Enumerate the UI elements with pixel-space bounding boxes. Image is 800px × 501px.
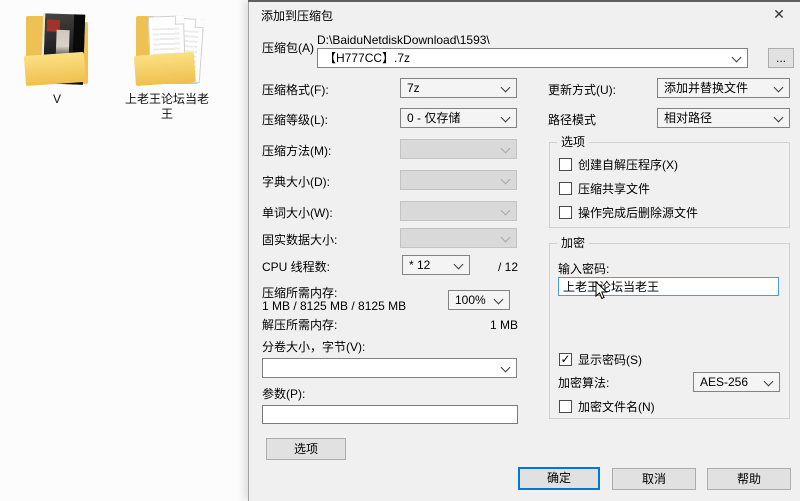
path-mode-label: 路径模式 xyxy=(548,113,597,127)
show-password-checkbox[interactable]: ✓ 显示密码(S) xyxy=(559,351,642,368)
format-value: 7z xyxy=(407,81,420,95)
chevron-down-icon xyxy=(500,362,511,373)
create-sfx-label: 创建自解压程序(X) xyxy=(578,158,678,172)
compress-shared-checkbox[interactable]: 压缩共享文件 xyxy=(559,180,650,197)
memory-percent-value: 100% xyxy=(455,293,486,307)
memory-decompress-value: 1 MB xyxy=(489,318,518,332)
encrypt-filenames-checkbox[interactable]: 加密文件名(N) xyxy=(559,398,655,415)
memory-percent-dropdown[interactable]: 100% xyxy=(448,290,510,310)
method-dropdown-disabled xyxy=(400,139,517,159)
volume-size-label: 分卷大小，字节(V): xyxy=(262,340,366,354)
password-input[interactable] xyxy=(558,277,779,296)
archive-path: D:\BaiduNetdiskDownload\1593\ xyxy=(317,33,490,47)
chevron-down-icon xyxy=(500,82,511,93)
checkbox-unchecked[interactable] xyxy=(559,206,572,219)
cpu-threads-total: / 12 xyxy=(497,260,518,274)
archive-label: 压缩包(A) xyxy=(262,41,314,55)
cpu-threads-label: CPU 线程数: xyxy=(262,260,331,274)
memory-decompress-label: 解压所需内存: xyxy=(262,318,338,332)
level-label: 压缩等级(L): xyxy=(262,113,329,127)
folder-label: V xyxy=(52,92,61,106)
checkbox-unchecked[interactable] xyxy=(559,400,572,413)
chevron-down-icon xyxy=(500,112,511,123)
mouse-cursor-icon xyxy=(595,281,608,300)
desktop-folder-forum[interactable]: 上老王论坛当老王 xyxy=(125,14,209,121)
create-sfx-checkbox[interactable]: 创建自解压程序(X) xyxy=(559,156,678,173)
archive-name-combobox[interactable]: 【H777CC】.7z xyxy=(317,48,748,68)
options-button[interactable]: 选项 xyxy=(266,438,346,460)
path-mode-dropdown[interactable]: 相对路径 xyxy=(657,108,790,128)
chevron-down-icon xyxy=(493,294,504,305)
chevron-down-icon xyxy=(500,174,511,185)
chevron-down-icon xyxy=(453,259,464,270)
close-button[interactable]: ✕ xyxy=(762,3,796,25)
encryption-group-title: 加密 xyxy=(557,236,590,250)
compress-shared-label: 压缩共享文件 xyxy=(578,182,651,196)
close-icon: ✕ xyxy=(773,6,785,22)
parameters-label: 参数(P): xyxy=(262,387,306,401)
chevron-down-icon xyxy=(500,143,511,154)
folder-icon-front xyxy=(23,51,86,86)
method-label: 压缩方法(M): xyxy=(262,144,332,158)
checkbox-checked[interactable]: ✓ xyxy=(559,353,572,366)
checkbox-unchecked[interactable] xyxy=(559,182,572,195)
chevron-down-icon xyxy=(500,205,511,216)
password-label: 输入密码: xyxy=(558,262,610,276)
update-mode-dropdown[interactable]: 添加并替换文件 xyxy=(657,78,790,98)
desktop: V 上老王论坛当老王 添加到压缩包 ✕ 压缩包(A) D:\BaiduNetdi… xyxy=(0,0,800,501)
level-dropdown[interactable]: 0 - 仅存储 xyxy=(400,108,517,128)
chevron-down-icon xyxy=(500,232,511,243)
level-value: 0 - 仅存储 xyxy=(407,111,461,125)
dialog-title: 添加到压缩包 xyxy=(261,9,334,23)
help-button[interactable]: 帮助 xyxy=(707,468,791,490)
format-label: 压缩格式(F): xyxy=(262,83,329,97)
folder-label: 上老王论坛当老王 xyxy=(124,92,209,121)
word-size-label: 单词大小(W): xyxy=(262,206,333,220)
solid-block-label: 固实数据大小: xyxy=(262,233,338,247)
browse-button[interactable]: ... xyxy=(768,48,794,68)
encryption-method-value: AES-256 xyxy=(700,375,749,389)
parameters-input[interactable] xyxy=(262,405,518,424)
options-group: 选项 创建自解压程序(X) 压缩共享文件 操作完成后删除源文件 xyxy=(549,135,790,228)
chevron-down-icon xyxy=(773,82,784,93)
cpu-threads-dropdown[interactable]: * 12 xyxy=(402,255,470,275)
solid-block-dropdown-disabled xyxy=(400,228,517,248)
desktop-folder-v[interactable]: V xyxy=(23,13,88,106)
memory-compress-detail: 1 MB / 8125 MB / 8125 MB xyxy=(262,299,407,313)
cancel-button[interactable]: 取消 xyxy=(612,468,696,490)
encryption-group: 加密 输入密码: ✓ 显示密码(S) 加密算法: AES-256 加密文件名(N… xyxy=(549,236,790,419)
folder-icon-front xyxy=(133,51,196,86)
cpu-threads-value: * 12 xyxy=(409,258,431,272)
memory-compress-label: 压缩所需内存: xyxy=(262,286,338,300)
delete-after-checkbox[interactable]: 操作完成后删除源文件 xyxy=(559,204,698,221)
encryption-method-label: 加密算法: xyxy=(558,376,610,390)
encryption-method-dropdown[interactable]: AES-256 xyxy=(693,372,780,392)
update-mode-value: 添加并替换文件 xyxy=(664,81,749,95)
add-to-archive-dialog: 添加到压缩包 ✕ 压缩包(A) D:\BaiduNetdiskDownload\… xyxy=(248,0,800,501)
format-dropdown[interactable]: 7z xyxy=(400,78,517,98)
show-password-label: 显示密码(S) xyxy=(578,353,642,367)
options-group-title: 选项 xyxy=(557,135,590,149)
chevron-down-icon xyxy=(731,52,742,63)
chevron-down-icon xyxy=(763,376,774,387)
update-mode-label: 更新方式(U): xyxy=(548,83,616,97)
checkbox-unchecked[interactable] xyxy=(559,158,572,171)
delete-after-label: 操作完成后删除源文件 xyxy=(578,206,699,220)
dictionary-label: 字典大小(D): xyxy=(262,175,330,189)
word-size-dropdown-disabled xyxy=(400,201,517,221)
path-mode-value: 相对路径 xyxy=(664,111,713,125)
dictionary-dropdown-disabled xyxy=(400,170,517,190)
encrypt-filenames-label: 加密文件名(N) xyxy=(578,400,655,414)
chevron-down-icon xyxy=(773,112,784,123)
volume-size-combobox[interactable] xyxy=(262,358,517,378)
ok-button[interactable]: 确定 xyxy=(518,467,600,490)
archive-name-value: 【H777CC】.7z xyxy=(324,51,411,65)
